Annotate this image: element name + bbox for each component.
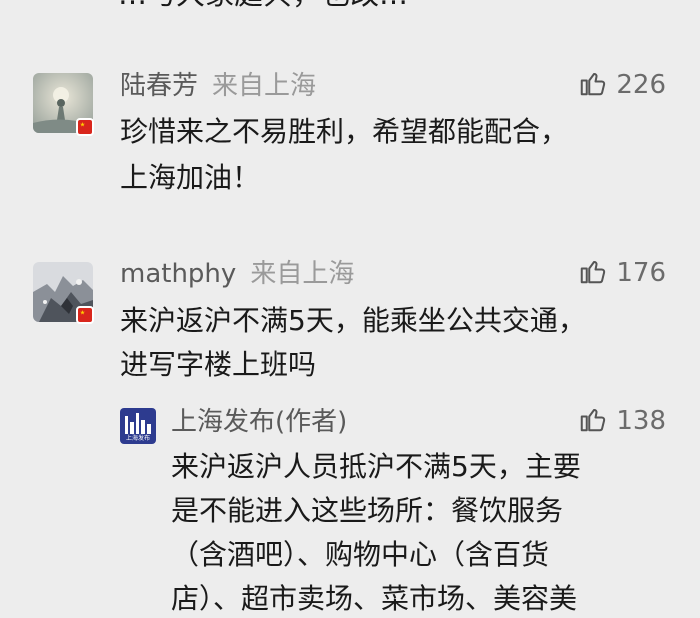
- like-button[interactable]: 176: [578, 256, 666, 289]
- thumbs-up-icon: [581, 73, 606, 96]
- like-button[interactable]: 138: [578, 404, 666, 437]
- reply-text-line: 店）、超市卖场、菜市场、美容美: [171, 582, 578, 615]
- reply-author[interactable]: 上海发布(作者): [171, 406, 347, 438]
- thumbs-up-icon: [581, 409, 606, 432]
- like-button[interactable]: 226: [578, 68, 666, 101]
- comment-text-line: 上海加油！: [120, 161, 261, 194]
- username[interactable]: mathphy: [120, 259, 236, 289]
- comment-text-line: 来沪返沪不满5天，能乘坐公共交通，: [120, 304, 586, 337]
- comment-text-line: 珍惜来之不易胜利，希望都能配合，: [120, 115, 569, 148]
- reply-text-line: 是不能进入这些场所：餐饮服务: [171, 494, 564, 527]
- truncated-previous-comment: …与大家庭共，也改…: [118, 0, 408, 12]
- comment-author[interactable]: 陆春芳 来自上海: [120, 70, 316, 102]
- location-label: 来自上海: [212, 71, 317, 101]
- username[interactable]: 上海发布(作者): [171, 407, 347, 437]
- location-label: 来自上海: [250, 259, 355, 289]
- china-flag-icon: [76, 118, 94, 136]
- comment-text-line: 进写字楼上班吗: [120, 348, 317, 381]
- china-flag-icon: [76, 306, 94, 324]
- username[interactable]: 陆春芳: [120, 71, 198, 101]
- comment-author[interactable]: mathphy 来自上海: [120, 258, 354, 290]
- avatar-caption: 上海发布: [125, 435, 150, 442]
- like-count: 226: [616, 70, 666, 100]
- thumbs-up-icon: [581, 261, 606, 284]
- author-avatar[interactable]: 上海发布: [120, 408, 156, 444]
- like-count: 176: [616, 258, 666, 288]
- like-count: 138: [616, 406, 666, 436]
- reply-text-line: 来沪返沪人员抵沪不满5天，主要: [171, 450, 581, 483]
- reply-text-line: （含酒吧）、购物中心（含百货: [171, 538, 550, 571]
